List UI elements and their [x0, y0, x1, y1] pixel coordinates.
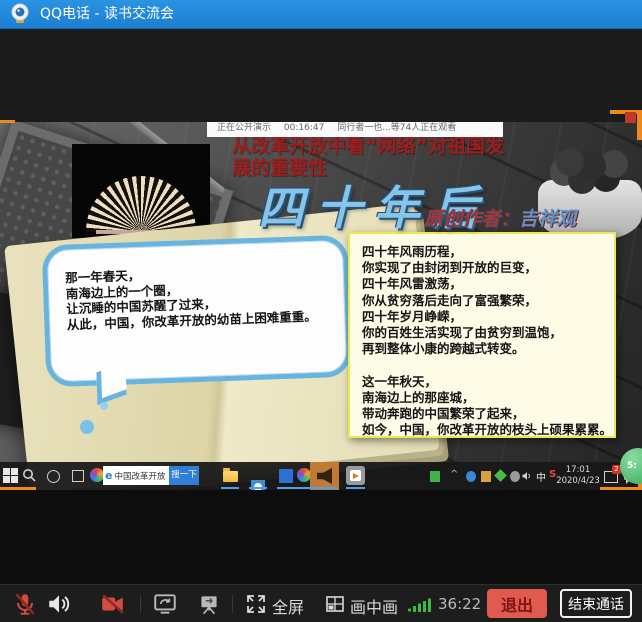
tray-green-icon[interactable] [430, 471, 440, 482]
bubble-trail-dot-small [100, 402, 108, 410]
titlebar: QQ电话 - 读书交流会 [0, 0, 642, 29]
succulent-plant-decor [556, 148, 584, 176]
slide-title-line1: 从改革开放中看“网络”对祖国发 [232, 135, 504, 157]
tray-volume-icon[interactable] [521, 470, 533, 482]
share-border-bottom-right-h [600, 487, 642, 490]
start-button-icon[interactable] [3, 468, 18, 483]
window-title: QQ电话 - 读书交流会 [40, 0, 174, 28]
tray-accessibility-icon[interactable] [510, 471, 520, 482]
taskbar-search-widget[interactable]: e中国改革开放 [103, 466, 169, 485]
taskbar-search-icon[interactable] [22, 468, 36, 482]
author-label: 原创作者： [424, 208, 519, 230]
end-call-button[interactable]: 结束通话 [560, 589, 632, 618]
call-control-bar: 全屏 画中画 36:22 退出 结束通话 [0, 584, 642, 622]
fullscreen-label[interactable]: 全屏 [272, 594, 304, 618]
share-border-top-right-v [637, 110, 642, 140]
share-border-bottom-left [0, 487, 36, 490]
poem-line [362, 357, 614, 373]
fullscreen-icon[interactable] [246, 594, 266, 614]
poem-line: 你的百姓生活实现了由贫穷到温饱， [362, 325, 614, 341]
poem-text-box: 四十年风雨历程， 你实现了由封闭到开放的巨变， 四十年风雷激荡， 你从贫穷落后走… [348, 232, 616, 438]
taskbar-search-go-button[interactable]: 搜一下 [169, 466, 199, 485]
cortana-icon[interactable] [47, 470, 60, 483]
poem-line: 带动奔跑的中国繁荣了起来， [362, 406, 614, 422]
file-explorer-icon[interactable] [223, 471, 238, 482]
poem-line: 你实现了由封闭到开放的巨变， [362, 260, 614, 276]
poem-line: 你从贫穷落后走向了富强繁荣， [362, 293, 614, 309]
call-timer: 36:22 [438, 595, 481, 613]
open-app-underline [221, 487, 239, 489]
taskbar-search-query: 中国改革开放 [114, 472, 165, 482]
poem-line: 四十年风雷激荡， [362, 276, 614, 292]
divider [232, 595, 233, 613]
ie-logo-icon: e [103, 469, 114, 482]
poem-line: 再到整体小康的跨越式转变。 [362, 341, 614, 357]
open-app-underline [311, 487, 338, 489]
poem-line: 这一年秋天， [362, 374, 614, 390]
window-background-top [0, 29, 642, 122]
webcam-icon [8, 2, 32, 26]
author-name: 吉祥观 [519, 208, 576, 230]
open-app-underline [249, 487, 267, 489]
speaker-glyph-icon [317, 468, 332, 484]
blue-app-icon[interactable] [279, 469, 293, 483]
stop-share-button[interactable] [625, 112, 636, 123]
tray-diamond-icon[interactable] [494, 469, 507, 482]
screen-share-icon[interactable] [152, 591, 178, 617]
window-background-bottom [0, 490, 642, 584]
ime-indicator[interactable]: 中 [536, 469, 546, 484]
open-app-underline [346, 487, 365, 489]
banner-time: 00:16:47 [284, 123, 324, 133]
signal-strength-icon [407, 597, 433, 612]
open-book-photo [72, 144, 210, 238]
clock-time: 17:01 [556, 465, 600, 476]
poem-line: 南海边上的那座城， [362, 390, 614, 406]
exit-button[interactable]: 退出 [487, 589, 547, 618]
camera-muted-icon[interactable] [100, 591, 126, 617]
shared-screen: 那一年春天， 南海边上的一个圈， 让沉睡的中国苏醒了过来， 从此，中国，你改革开… [0, 122, 642, 490]
pip-label[interactable]: 画中画 [350, 594, 398, 618]
poem-line: 四十年岁月峥嵘， [362, 309, 614, 325]
tray-blue-icon[interactable] [466, 471, 476, 482]
task-view-icon[interactable] [72, 470, 84, 482]
book-fan-pages [86, 176, 196, 232]
banner-viewers: 同行者一也...等74人正在观看 [337, 123, 456, 133]
open-app-underline [277, 487, 295, 489]
speaker-icon[interactable] [46, 591, 72, 617]
divider [140, 595, 141, 613]
clock-date: 2020/4/23 [556, 476, 600, 487]
microphone-muted-icon[interactable] [12, 591, 38, 617]
taskbar-clock[interactable]: 17:01 2020/4/23 [556, 465, 600, 487]
poem-line: 如今，中国，你改革开放的枝头上硕果累累。 [362, 422, 614, 438]
media-player-app-icon[interactable] [346, 466, 365, 485]
banner-status: 正在公开演示 [217, 123, 271, 133]
color-wheel-app-icon[interactable] [297, 468, 311, 482]
presenting-banner: 正在公开演示 00:16:47 同行者一也...等74人正在观看 [207, 122, 503, 137]
browser-pinwheel-icon[interactable] [90, 468, 104, 482]
poem-line: 四十年风雨历程， [362, 244, 614, 260]
author-credit: 原创作者：吉祥观 [424, 204, 576, 231]
presentation-share-icon[interactable] [196, 591, 222, 617]
windows-taskbar: e中国改革开放 搜一下 ^ [0, 462, 642, 490]
pip-icon[interactable] [326, 595, 344, 613]
bubble-poem-text: 那一年春天， 南海边上的一个圈， 让沉睡的中国苏醒了过来， 从此，中国，你改革开… [65, 262, 317, 333]
share-border-top-left [0, 120, 15, 123]
tray-yellow-icon[interactable] [481, 471, 491, 482]
active-presentation-app[interactable] [310, 462, 339, 490]
qq-call-window: QQ电话 - 读书交流会 那一年春天， 南海边上的一个圈， 让沉睡的中国苏醒了过… [0, 0, 642, 622]
tray-caret-icon[interactable]: ^ [450, 469, 458, 480]
bubble-trail-dot [80, 420, 94, 434]
